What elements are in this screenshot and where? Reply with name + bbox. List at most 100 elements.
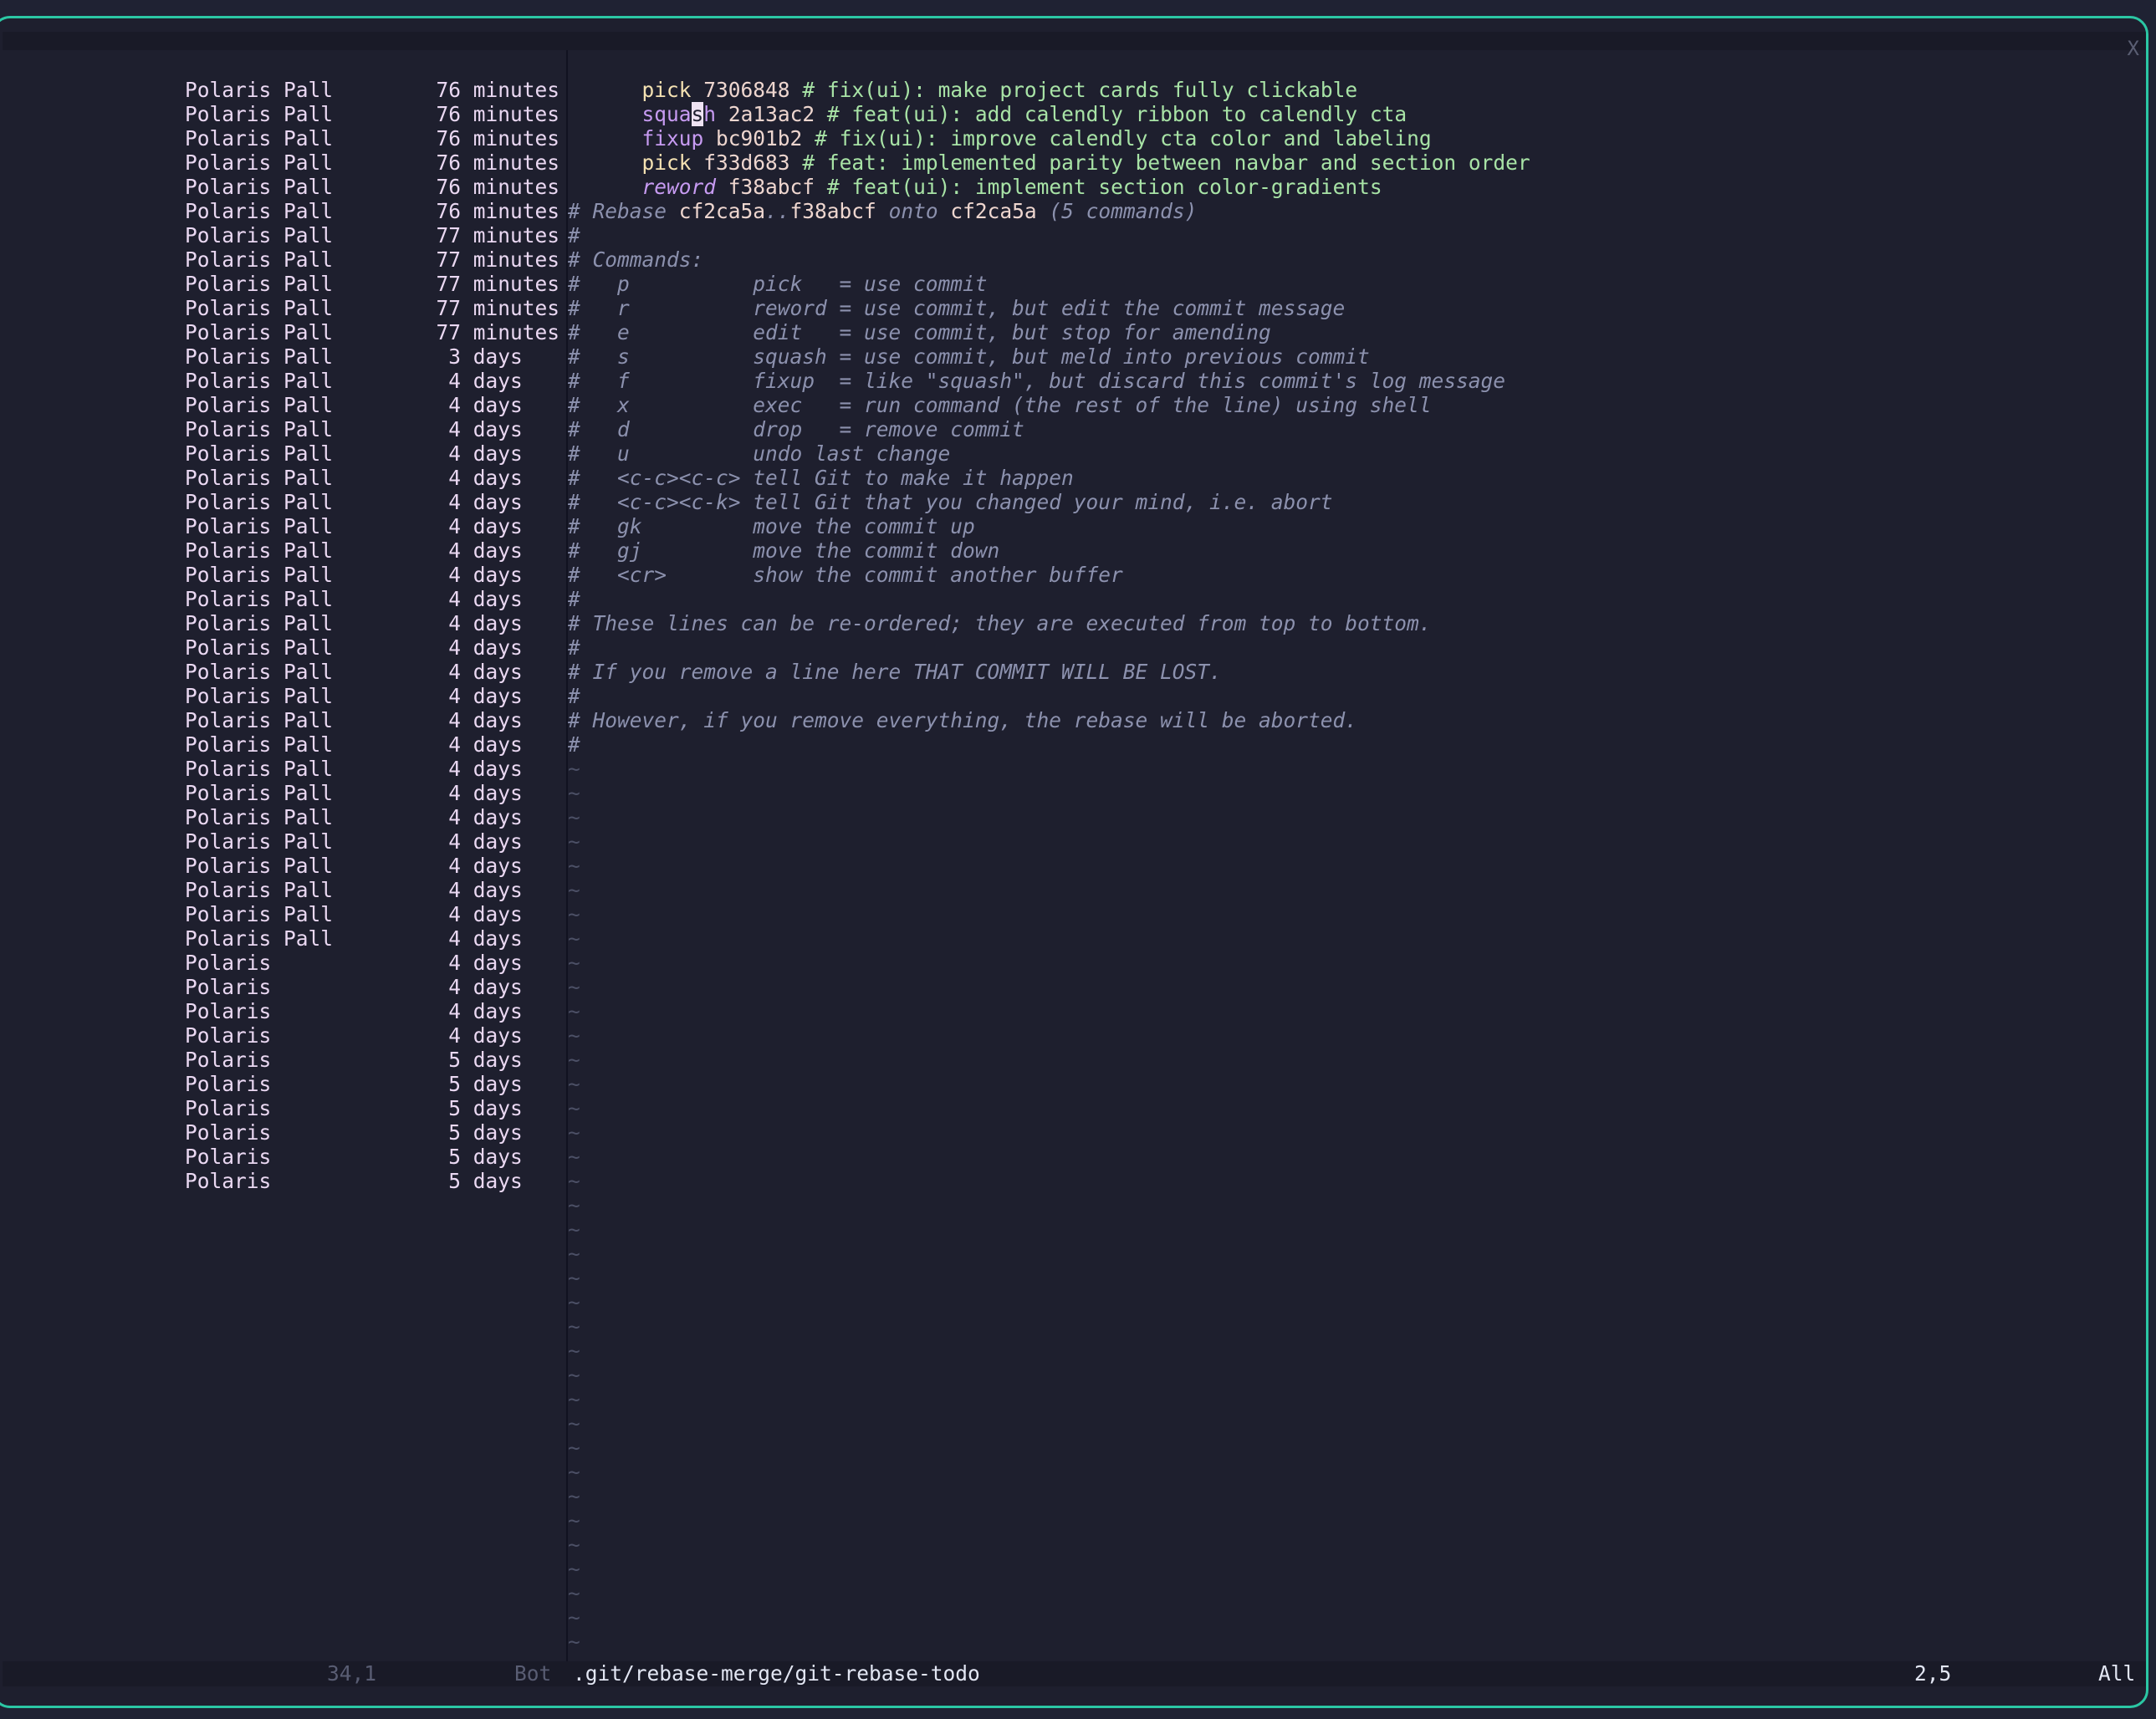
blame-row[interactable]: Polaris Pall 4 days [3,708,559,732]
comment-line[interactable]: # e edit = use commit, but stop for amen… [568,320,2138,344]
comment-line[interactable]: # gk move the commit up [568,514,2138,538]
empty-buffer-line: ~ [568,1169,580,1193]
comment-line[interactable]: # These lines can be re-ordered; they ar… [568,611,2138,635]
blame-age: 4 days [448,441,559,466]
blame-row[interactable]: Polaris Pall 3 days [3,344,559,369]
comment-line[interactable]: # u undo last change [568,441,2138,466]
blame-row[interactable]: Polaris Pall 4 days [3,369,559,393]
blame-row[interactable]: Polaris Pall 4 days [3,441,559,466]
comment-line[interactable]: # If you remove a line here THAT COMMIT … [568,660,2138,684]
blame-row[interactable]: Polaris Pall 4 days [3,829,559,854]
comment-line[interactable]: # [568,732,2138,757]
blame-row[interactable]: Polaris Pall 4 days [3,854,559,878]
blame-age: 4 days [448,975,559,999]
blame-age: 5 days [448,1096,559,1120]
empty-buffer-line: ~ [568,1242,580,1266]
empty-buffer-line: ~ [568,1120,580,1145]
blame-row[interactable]: Polaris 5 days [3,1169,559,1193]
comment-line[interactable]: # [568,684,2138,708]
blame-row[interactable]: Polaris Pall 4 days [3,902,559,926]
blame-age: 4 days [448,611,559,635]
blame-age: 4 days [448,854,559,878]
comment-line[interactable]: # x exec = run command (the rest of the … [568,393,2138,417]
comment-line[interactable]: # [568,587,2138,611]
rebase-header-line[interactable]: # Rebase cf2ca5a..f38abcf onto cf2ca5a (… [568,199,2138,223]
blame-row[interactable]: Polaris Pall 77 minutes [3,247,559,272]
empty-buffer-line: ~ [568,975,580,999]
blame-row[interactable]: Polaris Pall 4 days [3,393,559,417]
blame-row[interactable]: Polaris Pall 4 days [3,563,559,587]
blame-row[interactable]: Polaris Pall 4 days [3,660,559,684]
blame-row[interactable]: Polaris 5 days [3,1072,559,1096]
todo-line[interactable]: fixup bc901b2 # fix(ui): improve calendl… [568,102,2138,150]
todo-line[interactable]: squash 2a13ac2 # feat(ui): add calendly … [568,78,2138,126]
blame-row[interactable]: Polaris 5 days [3,1096,559,1120]
blame-row[interactable]: Polaris 5 days [3,1120,559,1145]
blame-row[interactable]: Polaris Pall 77 minutes [3,223,559,247]
blame-row[interactable]: Polaris Pall 4 days [3,466,559,490]
blank-line[interactable] [568,175,2138,199]
blame-row[interactable]: Polaris Pall 4 days [3,417,559,441]
blame-row[interactable]: Polaris Pall 77 minutes [3,272,559,296]
git-blame-pane[interactable]: Polaris Pall 76 minutes Polaris Pall 76 min… [3,50,559,1661]
blame-age: 4 days [448,732,559,757]
blame-age: 76 minutes [436,102,559,126]
blame-age: 4 days [448,563,559,587]
todo-line[interactable]: reword f38abcf # feat(ui): implement sec… [568,150,2138,199]
blame-row[interactable]: Polaris Pall 4 days [3,878,559,902]
blame-row[interactable]: Polaris Pall 4 days [3,684,559,708]
comment-line[interactable]: # Commands: [568,247,2138,272]
blame-row[interactable]: Polaris Pall 4 days [3,587,559,611]
blame-author: Polaris Pall [185,684,334,708]
comment-line[interactable]: # However, if you remove everything, the… [568,708,2138,732]
comment-line[interactable]: # s squash = use commit, but meld into p… [568,344,2138,369]
empty-buffer-line: ~ [568,1023,580,1048]
blame-age: 5 days [448,1145,559,1169]
comment-line[interactable]: # [568,635,2138,660]
blame-row[interactable]: Polaris Pall 4 days [3,757,559,781]
blame-row[interactable]: Polaris Pall 76 minutes [3,102,559,126]
blame-row[interactable]: Polaris Pall 4 days [3,490,559,514]
blame-row[interactable]: Polaris Pall 4 days [3,514,559,538]
blame-row[interactable]: Polaris Pall 4 days [3,538,559,563]
comment-line[interactable]: # <c-c><c-c> tell Git to make it happen [568,466,2138,490]
blame-row[interactable]: Polaris Pall 4 days [3,926,559,951]
blame-row[interactable]: Polaris Pall 77 minutes [3,296,559,320]
blame-row[interactable]: Polaris Pall 76 minutes [3,150,559,175]
rebase-todo-editor[interactable]: pick 7306848 # fix(ui): make project car… [568,50,2138,1661]
blame-row[interactable]: Polaris Pall 4 days [3,805,559,829]
blame-age: 4 days [448,660,559,684]
blame-row[interactable]: Polaris Pall 76 minutes [3,175,559,199]
blame-row[interactable]: Polaris 4 days [3,1023,559,1048]
blame-row[interactable]: Polaris 5 days [3,1145,559,1169]
blame-row[interactable]: Polaris 4 days [3,951,559,975]
blame-row[interactable]: Polaris Pall 77 minutes [3,320,559,344]
blame-author: Polaris Pall [185,441,334,466]
comment-line[interactable]: # <cr> show the commit another buffer [568,563,2138,587]
blame-row[interactable]: Polaris Pall 4 days [3,732,559,757]
blame-author: Polaris Pall [185,587,334,611]
blame-age: 4 days [448,781,559,805]
blame-row[interactable]: Polaris Pall 76 minutes [3,126,559,150]
blame-row[interactable]: Polaris Pall 76 minutes [3,199,559,223]
todo-line[interactable]: pick f33d683 # feat: implemented parity … [568,126,2138,175]
blame-row[interactable]: Polaris 4 days [3,999,559,1023]
blame-row[interactable]: Polaris 4 days [3,975,559,999]
comment-line[interactable]: # f fixup = like "squash", but discard t… [568,369,2138,393]
blame-author: Polaris Pall [185,223,334,247]
todo-line[interactable]: pick 7306848 # fix(ui): make project car… [568,54,2138,102]
blame-row[interactable]: Polaris Pall 4 days [3,781,559,805]
blame-author: Polaris Pall [185,732,334,757]
comment-line[interactable]: # p pick = use commit [568,272,2138,296]
cursor-position-right: 2,5 [1914,1661,1952,1686]
comment-line[interactable]: # gj move the commit down [568,538,2138,563]
blame-row[interactable]: Polaris Pall 4 days [3,611,559,635]
blame-row[interactable]: Polaris Pall 4 days [3,635,559,660]
comment-line[interactable]: # [568,223,2138,247]
blame-row[interactable]: Polaris Pall 76 minutes [3,78,559,102]
comment-line[interactable]: # <c-c><c-k> tell Git that you changed y… [568,490,2138,514]
blame-row[interactable]: Polaris 5 days [3,1048,559,1072]
comment-line[interactable]: # d drop = remove commit [568,417,2138,441]
comment-line[interactable]: # r reword = use commit, but edit the co… [568,296,2138,320]
empty-buffer-line: ~ [568,1436,580,1460]
